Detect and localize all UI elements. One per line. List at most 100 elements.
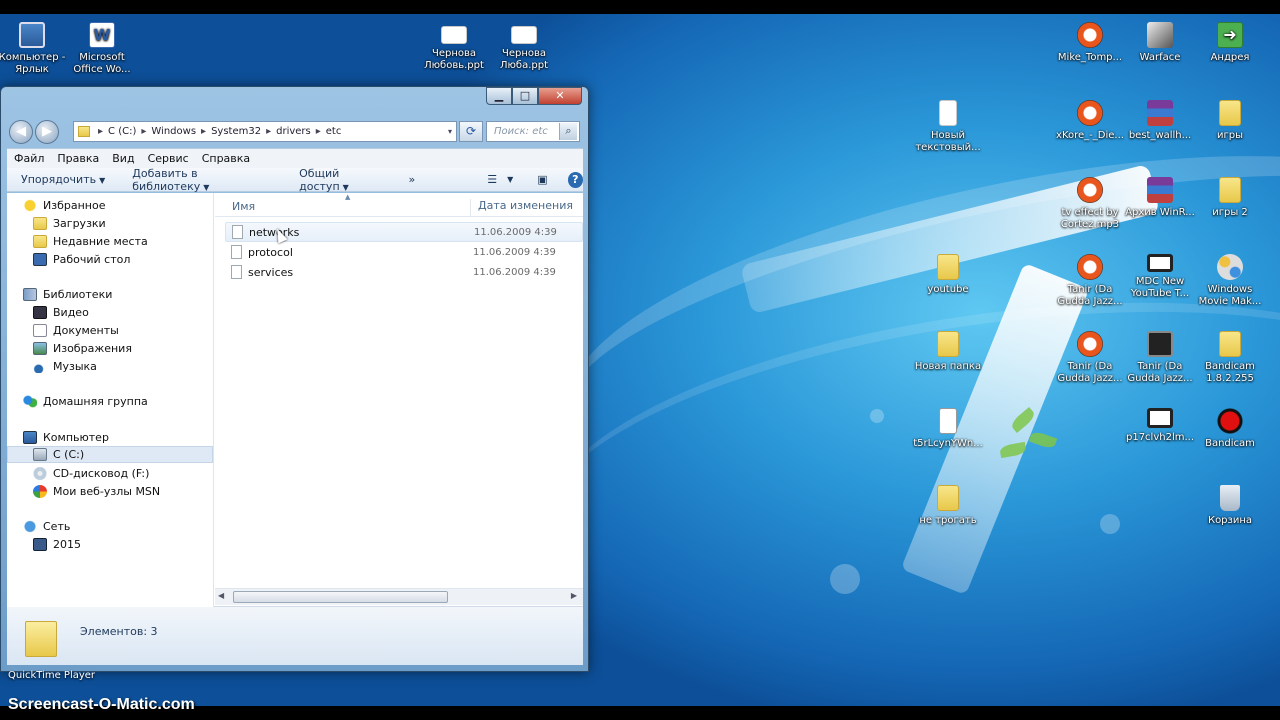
desktop-icon-mdc-youtube[interactable]: MDC New YouTube T... [1122, 254, 1198, 300]
desktop-icon-new-text[interactable]: Новый текстовый... [910, 100, 986, 154]
nav-computer[interactable]: Компьютер [23, 429, 109, 446]
desktop-icon-xkore[interactable]: xKore_-_Die... [1052, 100, 1128, 142]
views-dropdown-icon[interactable]: ▼ [507, 175, 513, 184]
column-name[interactable]: Имя [232, 200, 255, 213]
horizontal-scrollbar[interactable]: ◀ ▶ [215, 588, 583, 605]
desktop-icon-movie-maker[interactable]: Windows Movie Mak... [1192, 254, 1268, 308]
desktop-icon-games-2[interactable]: игры 2 [1192, 177, 1268, 219]
nav-documents[interactable]: Документы [33, 322, 119, 339]
document-icon [511, 26, 537, 44]
search-icon[interactable]: ⌕ [559, 123, 577, 140]
desktop-icon [33, 253, 47, 266]
images-icon [33, 342, 47, 355]
nav-libraries[interactable]: Библиотеки [23, 286, 112, 303]
desktop-icon-new-folder[interactable]: Новая папка [910, 331, 986, 373]
breadcrumb-windows[interactable]: Windows [151, 126, 196, 137]
desktop-icon-winrar-archive[interactable]: Архив WinR... [1122, 177, 1198, 219]
breadcrumb-system32[interactable]: System32 [211, 126, 261, 137]
desktop-icon-p17clvh[interactable]: p17clvh2lm... [1122, 408, 1198, 444]
minimize-button[interactable]: ▁ [486, 87, 512, 105]
desktop-icon-tanir-1[interactable]: Tanir (Da Gudda Jazz... [1052, 254, 1128, 308]
desktop-icon-word[interactable]: W Microsoft Office Wo... [64, 22, 140, 76]
recent-places-icon [33, 235, 47, 248]
organize-button[interactable]: Упорядочить ▼ [21, 173, 105, 186]
file-list: ▲ Имя Дата изменения networks 11.06.2009… [215, 193, 583, 607]
preview-pane-icon[interactable]: ▣ [537, 173, 547, 186]
breadcrumb-drivers[interactable]: drivers [276, 126, 311, 137]
desktop-icon-andreya[interactable]: ➜ Андрея [1192, 22, 1268, 64]
bandicam-icon [1217, 408, 1243, 434]
nav-downloads[interactable]: Загрузки [33, 215, 106, 232]
nav-favorites[interactable]: Избранное [23, 197, 105, 214]
desktop-icon-mike-tomp[interactable]: Mike_Tomp... [1052, 22, 1128, 64]
winrar-icon [1147, 177, 1173, 203]
desktop-icon-games[interactable]: игры [1192, 100, 1268, 142]
breadcrumb-c-drive[interactable]: C (C:) [108, 126, 136, 137]
desktop-icon-best-wallh[interactable]: best_wallh... [1122, 100, 1198, 142]
folder-icon [937, 331, 959, 357]
more-commands-button[interactable]: » [409, 173, 416, 186]
desktop-icon-recycle-bin[interactable]: Корзина [1192, 485, 1268, 527]
scroll-right-icon[interactable]: ▶ [571, 591, 577, 600]
views-icon[interactable]: ☰ [487, 173, 497, 186]
video-icon [33, 306, 47, 319]
desktop-icon-tanir-2[interactable]: Tanir (Da Gudda Jazz... [1052, 331, 1128, 385]
desktop-icon-bandicam-folder[interactable]: Bandicam 1.8.2.255 [1192, 331, 1268, 385]
nav-cd-drive[interactable]: CD-дисковод (F:) [33, 465, 149, 482]
search-input[interactable]: Поиск: etc ⌕ [486, 121, 580, 142]
nav-drive-c[interactable]: C (C:) [7, 446, 213, 463]
details-pane: Элементов: 3 [7, 607, 583, 665]
nav-network-pc[interactable]: 2015 [33, 536, 81, 553]
desktop-icon-bandicam[interactable]: Bandicam [1192, 408, 1268, 450]
menu-edit[interactable]: Правка [57, 152, 99, 165]
help-icon[interactable]: ? [567, 171, 583, 188]
nav-network[interactable]: Сеть [23, 518, 70, 535]
desktop-icon-ppt-2[interactable]: Чернова Люба.ppt [486, 26, 562, 72]
desktop-icon-tanir-3[interactable]: Tanir (Da Gudda Jazz... [1122, 331, 1198, 385]
nav-images[interactable]: Изображения [33, 340, 132, 357]
scroll-left-icon[interactable]: ◀ [218, 591, 224, 600]
back-button[interactable]: ◀ [9, 120, 33, 144]
refresh-button[interactable]: ⟳ [459, 121, 483, 142]
desktop-icon-t5rl[interactable]: t5rLcynYWn... [910, 408, 986, 450]
desktop-icon-tv-effect[interactable]: tv effect by Cortez.mp3 [1052, 177, 1128, 231]
folder-icon [937, 254, 959, 280]
cd-drive-icon [33, 467, 47, 480]
share-button[interactable]: Общий доступ ▼ [299, 167, 388, 193]
breadcrumb-etc[interactable]: etc [326, 126, 342, 137]
desktop-icon-do-not-touch[interactable]: не трогать [910, 485, 986, 527]
forward-button[interactable]: ▶ [35, 120, 59, 144]
desktop-icon-computer-shortcut[interactable]: Компьютер - Ярлык [0, 22, 70, 76]
nav-homegroup[interactable]: Домашняя группа [23, 393, 148, 410]
nav-desktop[interactable]: Рабочий стол [33, 251, 130, 268]
nav-msn-sites[interactable]: Мои веб-узлы MSN [33, 483, 160, 500]
address-dropdown-icon[interactable]: ▾ [448, 127, 452, 136]
maximize-button[interactable]: □ [512, 87, 538, 105]
scrollbar-thumb[interactable] [233, 591, 448, 603]
green-arrow-icon: ➜ [1217, 22, 1243, 48]
wallpaper-bokeh [830, 564, 860, 594]
mp3-icon [1077, 100, 1103, 126]
column-date-modified[interactable]: Дата изменения [470, 199, 573, 216]
menu-tools[interactable]: Сервис [148, 152, 189, 165]
desktop-icon-youtube[interactable]: youtube [910, 254, 986, 296]
desktop-icon-ppt-1[interactable]: Чернова Любовь.ppt [416, 26, 492, 72]
network-icon [23, 520, 37, 533]
menu-view[interactable]: Вид [112, 152, 134, 165]
desktop-icon-quicktime[interactable]: QuickTime Player [8, 670, 95, 682]
address-bar[interactable]: ▸ C (C:) ▸ Windows ▸ System32 ▸ drivers … [73, 121, 457, 142]
desktop-icon-warface[interactable]: Warface [1122, 22, 1198, 64]
nav-recent-places[interactable]: Недавние места [33, 233, 148, 250]
mp3-icon [1077, 177, 1103, 203]
menu-help[interactable]: Справка [202, 152, 250, 165]
nav-music[interactable]: Музыка [33, 358, 97, 375]
folder-icon [1219, 100, 1241, 126]
file-row[interactable]: protocol 11.06.2009 4:39 [225, 242, 583, 262]
file-row[interactable]: services 11.06.2009 4:39 [225, 262, 583, 282]
watermark: Screencast-O-Matic.com [8, 696, 195, 713]
menu-file[interactable]: Файл [14, 152, 44, 165]
libraries-icon [23, 288, 37, 301]
include-in-library-button[interactable]: Добавить в библиотеку ▼ [132, 167, 272, 193]
nav-video[interactable]: Видео [33, 304, 89, 321]
close-button[interactable]: ✕ [538, 87, 582, 105]
